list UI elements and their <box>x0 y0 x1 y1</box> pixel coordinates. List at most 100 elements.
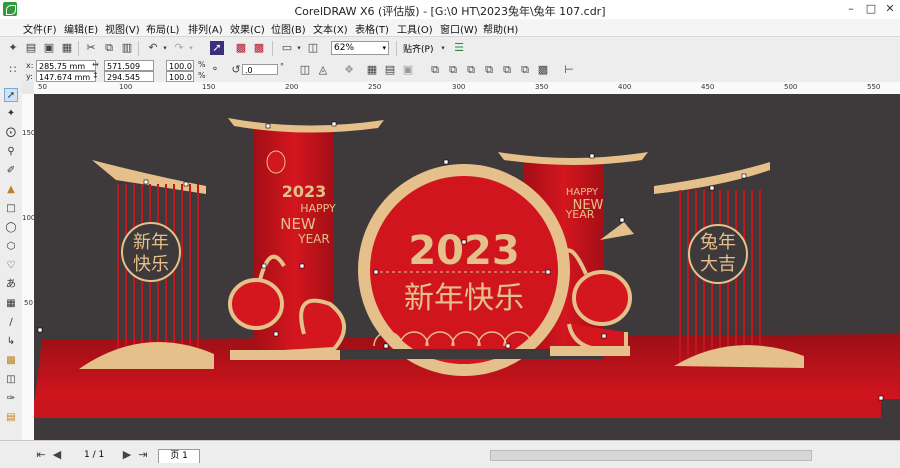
cut-icon[interactable]: ✂ <box>84 41 98 55</box>
right-banner-year-word: YEAR <box>565 208 595 221</box>
menu-help[interactable]: 帮助(H) <box>483 21 518 36</box>
outline-pen-tool-icon[interactable]: ▤ <box>4 411 18 425</box>
options-icon[interactable]: ☰ <box>452 41 466 55</box>
simplify-icon[interactable]: ⧉ <box>500 63 514 77</box>
eyedropper-tool-icon[interactable]: ✑ <box>4 392 18 406</box>
first-page-icon[interactable]: ⇤ <box>34 448 48 462</box>
connector-tool-icon[interactable]: ↳ <box>4 335 18 349</box>
trim-icon[interactable]: ⧉ <box>464 63 478 77</box>
scale-y-field[interactable]: 100.0 <box>166 71 194 82</box>
freehand-tool-icon[interactable]: ✐ <box>4 164 18 178</box>
rectangle-tool-icon[interactable]: □ <box>4 202 18 216</box>
left-banner-year-word: YEAR <box>297 232 329 246</box>
width-field[interactable]: 571.509 mm <box>104 60 154 82</box>
paste-icon[interactable]: ▥ <box>120 41 134 55</box>
menu-view[interactable]: 视图(V) <box>105 21 140 36</box>
interactive-fill-tool-icon[interactable]: ▩ <box>4 354 18 368</box>
launcher-dropdown-icon[interactable]: ▾ <box>292 41 306 55</box>
menu-tools[interactable]: 工具(O) <box>397 21 433 36</box>
copy-icon[interactable]: ⧉ <box>102 41 116 55</box>
transparency-tool-icon[interactable]: ◫ <box>4 373 18 387</box>
x-label: x: <box>26 61 34 70</box>
center-greeting: 新年快乐 <box>404 281 524 316</box>
close-icon[interactable]: ✕ <box>881 1 899 17</box>
page-counter: 1 / 1 <box>84 450 105 460</box>
intersect-icon[interactable]: ⧉ <box>482 63 496 77</box>
ungroup-icon[interactable]: ▤ <box>383 63 397 77</box>
save-icon[interactable]: ▣ <box>42 41 56 55</box>
import-icon[interactable]: ▩ <box>234 41 248 55</box>
zoom-level-select[interactable]: 62% ▾ <box>331 41 389 55</box>
maximize-icon[interactable]: □ <box>862 1 880 17</box>
snap-to-menu[interactable]: 贴齐(P) <box>403 42 433 55</box>
align-icon[interactable]: ❖ <box>342 63 356 77</box>
ruler-tick: 400 <box>618 83 632 91</box>
welcome-screen-icon[interactable]: ◫ <box>306 41 320 55</box>
undo-dropdown-icon[interactable]: ▾ <box>158 41 172 55</box>
menu-edit[interactable]: 编辑(E) <box>64 21 98 36</box>
group-icon[interactable]: ▦ <box>365 63 379 77</box>
lock-ratio-icon[interactable]: ⚬ <box>208 63 222 77</box>
ruler-tick: 50 <box>24 299 33 307</box>
back-minus-front-icon[interactable]: ▩ <box>536 63 550 77</box>
next-page-icon[interactable]: ▶ <box>120 448 134 462</box>
menu-effects[interactable]: 效果(C) <box>230 21 265 36</box>
export-icon[interactable]: ▩ <box>252 41 266 55</box>
width-icon: ↔ <box>92 60 99 69</box>
ellipse-tool-icon[interactable]: ◯ <box>4 221 18 235</box>
mirror-horizontal-icon[interactable]: ◫ <box>298 63 312 77</box>
table-tool-icon[interactable]: ▦ <box>4 297 18 311</box>
snap-dropdown-icon[interactable]: ▾ <box>436 41 450 55</box>
height-icon: ↕ <box>92 71 99 80</box>
right-medallion-line1: 兔年 <box>700 232 736 253</box>
print-icon[interactable]: ▦ <box>60 41 74 55</box>
zoom-tool-icon[interactable]: ⚲ <box>4 145 18 159</box>
horizontal-scrollbar[interactable] <box>490 450 812 461</box>
scale-y-unit: % <box>198 71 206 80</box>
page-tab[interactable]: 页 1 <box>158 449 200 463</box>
last-page-icon[interactable]: ⇥ <box>136 448 150 462</box>
combine-icon[interactable]: ⧉ <box>428 63 442 77</box>
menu-text[interactable]: 文本(X) <box>313 21 348 36</box>
smart-fill-tool-icon[interactable]: ▲ <box>4 183 18 197</box>
x-position-field[interactable]: 285.75 mm <box>36 60 96 71</box>
y-position-field[interactable]: 147.674 mm <box>36 71 96 82</box>
menu-window[interactable]: 窗口(W) <box>440 21 478 36</box>
toolbar-separator <box>272 41 273 56</box>
menu-bitmaps[interactable]: 位图(B) <box>271 21 306 36</box>
open-icon[interactable]: ▤ <box>24 41 38 55</box>
dimension-tool-icon[interactable]: ∕ <box>4 316 18 330</box>
minimize-icon[interactable]: – <box>842 1 860 17</box>
mirror-vertical-icon[interactable]: ◬ <box>316 63 330 77</box>
front-minus-back-icon[interactable]: ⧉ <box>518 63 532 77</box>
height-field[interactable]: 294.545 mm <box>104 71 154 93</box>
crop-tool-icon[interactable]: ⨀ <box>4 126 18 140</box>
polygon-tool-icon[interactable]: ⬡ <box>4 240 18 254</box>
ruler-tick: 500 <box>784 83 798 91</box>
left-tassel-pavilion: 新年 快乐 <box>79 160 214 369</box>
weld-icon[interactable]: ⧉ <box>446 63 460 77</box>
previous-page-icon[interactable]: ◀ <box>50 448 64 462</box>
object-origin-icon[interactable]: ∷ <box>6 63 20 77</box>
basic-shapes-tool-icon[interactable]: ♡ <box>4 259 18 273</box>
toolbox: ➚ ✦ ⨀ ⚲ ✐ ▲ □ ◯ ⬡ ♡ あ ▦ ∕ ↳ ▩ ◫ ✑ ▤ <box>0 82 23 440</box>
chevron-down-icon: ▾ <box>382 44 386 52</box>
drawing-canvas[interactable]: 新年 快乐 2023 HAPPY NEW YEAR HAPPY NEW YEAR <box>34 94 900 440</box>
menu-file[interactable]: 文件(F) <box>23 21 57 36</box>
menu-arrange[interactable]: 排列(A) <box>188 21 223 36</box>
redo-dropdown-icon[interactable]: ▾ <box>184 41 198 55</box>
text-tool-icon[interactable]: あ <box>4 278 18 292</box>
new-document-icon[interactable]: ✦ <box>6 41 20 55</box>
search-content-icon[interactable]: ➚ <box>210 41 224 55</box>
ruler-tick: 200 <box>285 83 299 91</box>
pick-tool-icon[interactable]: ➚ <box>4 88 18 102</box>
left-medallion-line2: 快乐 <box>133 254 169 275</box>
align-distribute-icon[interactable]: ⊢ <box>562 63 576 77</box>
scale-x-field[interactable]: 100.0 <box>166 60 194 71</box>
window-title: CorelDRAW X6 (评估版) - [G:\0 HT\2023兔年\兔年 … <box>294 5 606 18</box>
shape-tool-icon[interactable]: ✦ <box>4 107 18 121</box>
ungroup-all-icon[interactable]: ▣ <box>401 63 415 77</box>
menu-layout[interactable]: 布局(L) <box>146 21 179 36</box>
menu-table[interactable]: 表格(T) <box>355 21 389 36</box>
rotation-angle-field[interactable]: .0 <box>242 64 278 75</box>
